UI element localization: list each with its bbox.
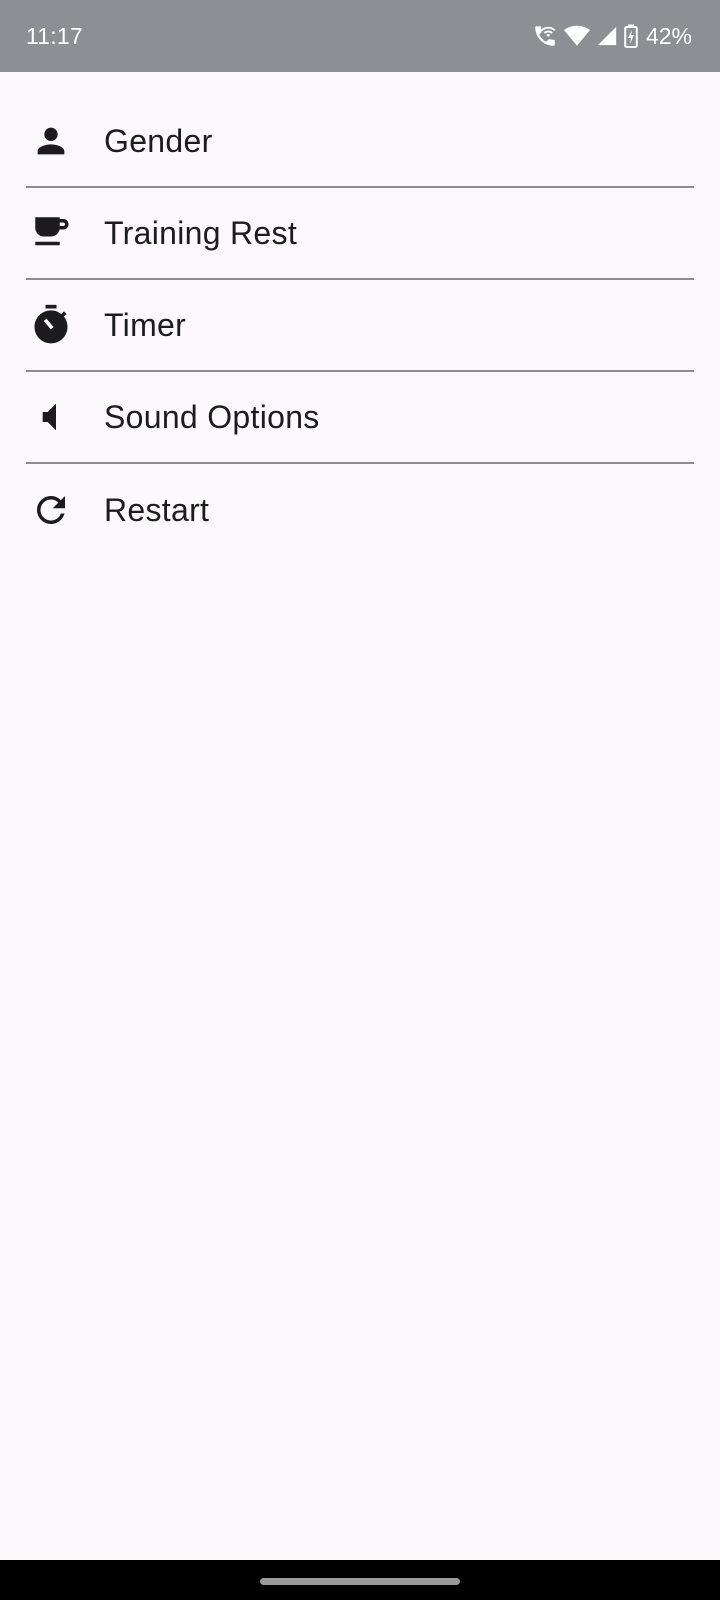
settings-menu: Gender Training Rest Timer Sound Options (26, 96, 694, 556)
status-icons: 42% (532, 23, 692, 50)
status-bar: 11:17 42% (0, 0, 720, 72)
menu-item-restart[interactable]: Restart (26, 464, 694, 556)
navigation-bar (0, 1560, 720, 1600)
menu-item-training-rest[interactable]: Training Rest (26, 188, 694, 280)
menu-item-label: Training Rest (104, 214, 298, 251)
volume-icon (26, 392, 76, 442)
coffee-cup-icon (26, 208, 76, 258)
menu-item-label: Gender (104, 122, 213, 159)
menu-item-gender[interactable]: Gender (26, 96, 694, 188)
cellular-signal-icon (596, 25, 618, 47)
menu-item-sound-options[interactable]: Sound Options (26, 372, 694, 464)
battery-percentage: 42% (645, 22, 692, 49)
status-time: 11:17 (26, 22, 83, 49)
menu-item-label: Restart (104, 491, 210, 528)
menu-item-label: Sound Options (104, 398, 320, 435)
menu-item-timer[interactable]: Timer (26, 280, 694, 372)
wifi-icon (563, 23, 590, 49)
battery-charging-icon (624, 24, 638, 48)
home-gesture-handle[interactable] (260, 1578, 460, 1585)
wifi-call-icon (532, 23, 558, 49)
menu-item-label: Timer (104, 306, 187, 343)
stopwatch-icon (26, 300, 76, 350)
refresh-icon (26, 485, 76, 535)
person-icon (26, 116, 76, 166)
